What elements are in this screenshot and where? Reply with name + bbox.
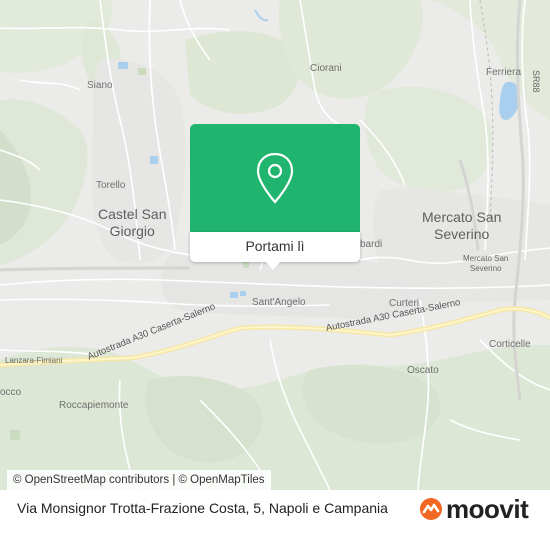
portami-li-label: Portami lì xyxy=(245,238,305,254)
road-label-sr88: SR88 xyxy=(531,70,541,93)
town-label-torello: Torello xyxy=(96,180,126,191)
town-label-occo: occo xyxy=(0,387,22,398)
town-label-ciorani: Ciorani xyxy=(310,63,342,74)
map-attribution[interactable]: © OpenStreetMap contributors | © OpenMap… xyxy=(7,470,271,490)
moovit-logo-icon xyxy=(420,498,442,520)
locality-label-mercato-san-severino: Mercato San Severino xyxy=(463,254,509,273)
town-label-castel-san-giorgio: Castel San Giorgio xyxy=(98,206,167,239)
town-label-oscato: Oscato xyxy=(407,365,439,376)
moovit-logo-text: moovit xyxy=(446,493,529,524)
town-label-bardi: bardi xyxy=(360,239,383,250)
town-label-corticelle: Corticelle xyxy=(489,339,531,350)
map-pin-icon xyxy=(256,152,294,204)
town-label-lanzara-fimiani: Lanzara-Fimiani xyxy=(5,356,63,365)
town-label-ferriera: Ferriera xyxy=(486,67,522,78)
popup-pointer xyxy=(266,262,280,270)
town-label-mercato-san-severino: Mercato San Severino xyxy=(422,209,502,242)
map-view[interactable]: Siano Ciorani Ferriera Torello Castel Sa… xyxy=(0,0,550,490)
town-label-sant-angelo: Sant'Angelo xyxy=(252,297,306,308)
footer: Via Monsignor Trotta-Frazione Costa, 5, … xyxy=(0,490,550,550)
town-label-siano: Siano xyxy=(87,80,113,91)
destination-popup[interactable]: Portami lì xyxy=(190,124,360,270)
popup-header xyxy=(190,124,360,232)
address-text: Via Monsignor Trotta-Frazione Costa, 5, … xyxy=(17,500,388,516)
town-label-roccapiemonte: Roccapiemonte xyxy=(59,400,129,411)
moovit-logo[interactable]: moovit xyxy=(418,493,529,524)
